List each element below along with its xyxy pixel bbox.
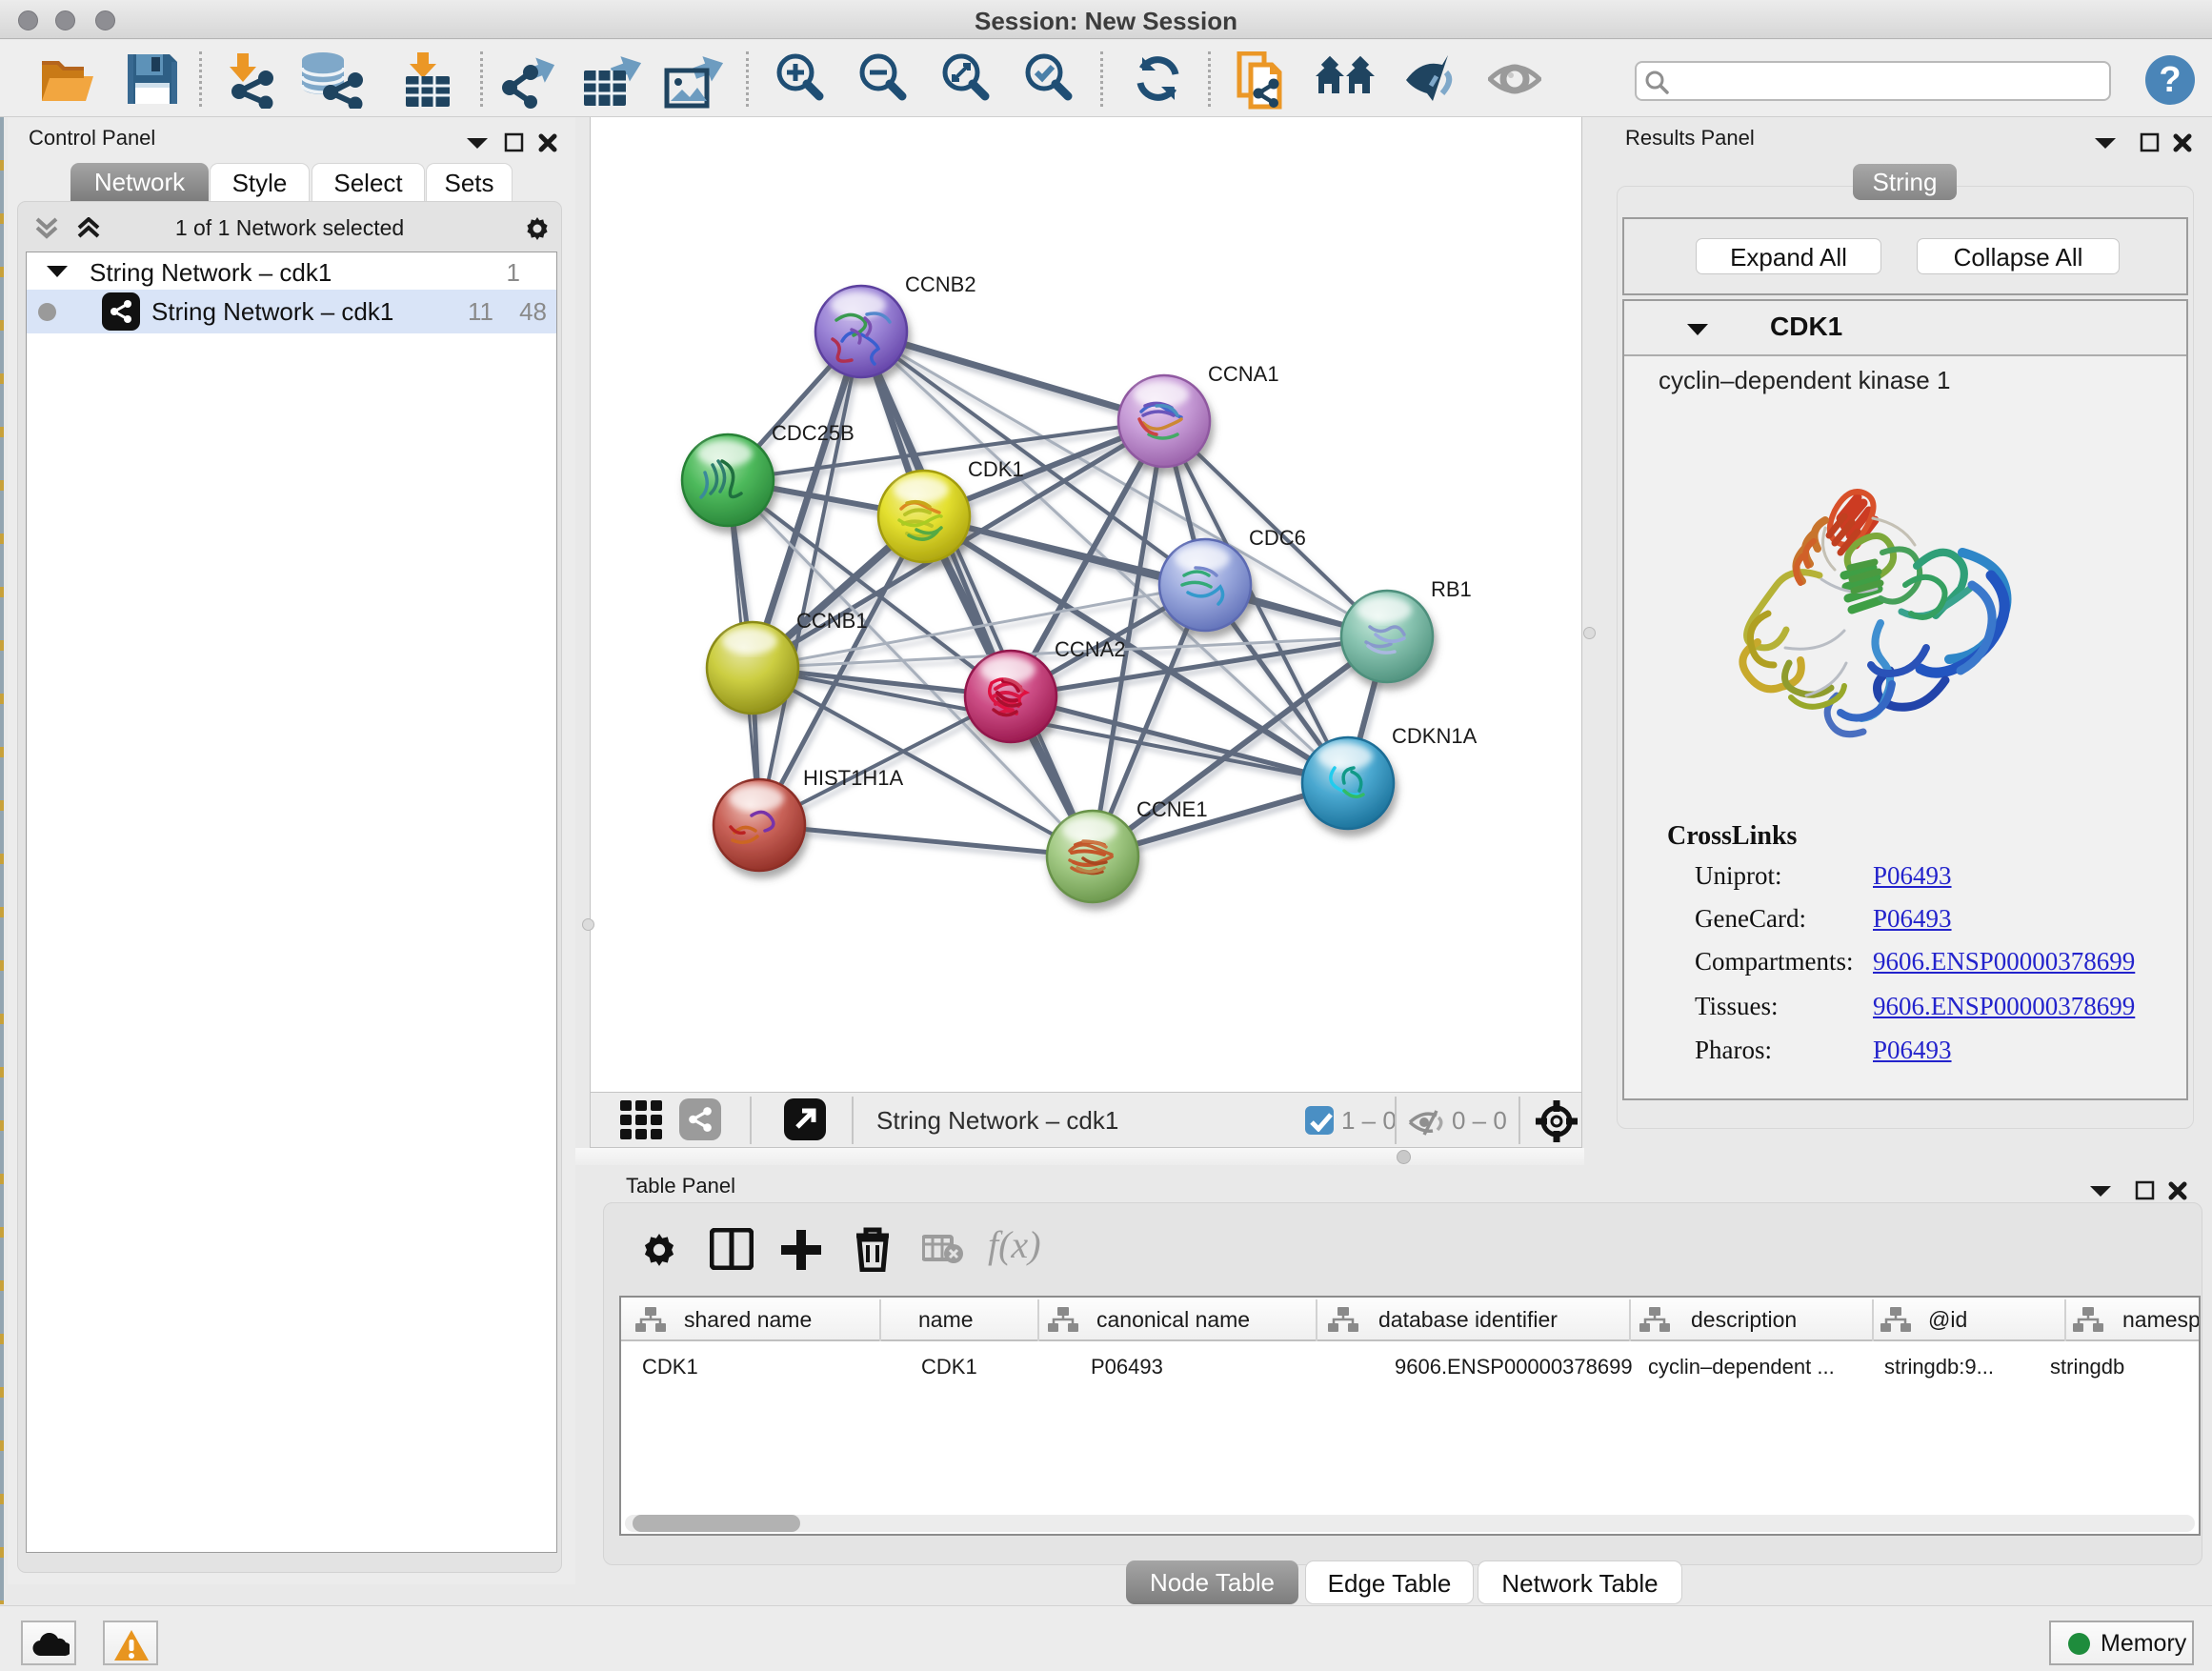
svg-text:CCNE1: CCNE1 [1136,797,1208,821]
svg-text:CDC25B: CDC25B [772,421,855,445]
svg-text:CCNA1: CCNA1 [1208,362,1279,386]
svg-text:CDC6: CDC6 [1249,526,1306,550]
svg-text:CCNB1: CCNB1 [796,609,868,633]
svg-text:RB1: RB1 [1431,577,1472,601]
svg-text:CDK1: CDK1 [968,457,1024,481]
svg-text:CDKN1A: CDKN1A [1392,724,1478,748]
svg-text:CCNB2: CCNB2 [905,272,976,296]
svg-text:HIST1H1A: HIST1H1A [803,766,903,790]
svg-text:CCNA2: CCNA2 [1055,637,1126,661]
